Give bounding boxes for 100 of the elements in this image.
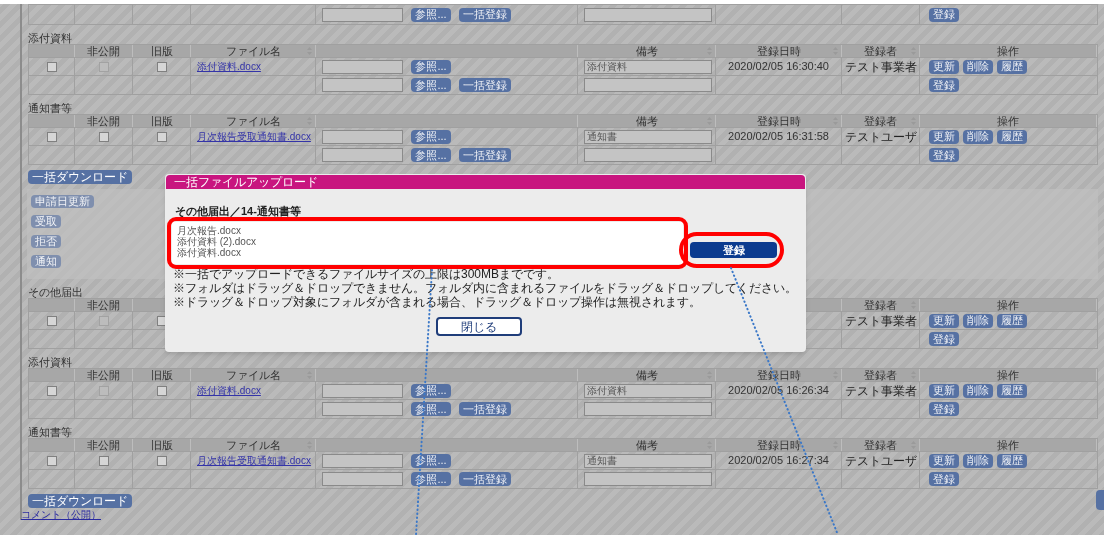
comment-link[interactable]: コメント（公開） — [21, 509, 101, 520]
history-button[interactable]: 履歴 — [997, 129, 1027, 144]
checkbox[interactable] — [156, 385, 167, 396]
delete-button[interactable]: 削除 — [963, 59, 993, 74]
text-field[interactable] — [584, 472, 712, 486]
date-text: 2020/02/05 16:27:34 — [728, 455, 829, 466]
section-title: 通知書等 — [28, 103, 72, 114]
browse-button[interactable]: 参照... — [411, 59, 451, 74]
text-field[interactable] — [322, 59, 403, 74]
section-title: 通知書等 — [28, 427, 72, 438]
column-header: 旧版 — [150, 439, 173, 451]
page-top-button[interactable] — [1096, 490, 1104, 510]
register-button[interactable]: 登録 — [690, 242, 777, 258]
date-text: 2020/02/05 16:26:34 — [728, 385, 829, 396]
file-drop-area[interactable]: 月次報告.docx 添付資料 (2).docx 添付資料.docx — [172, 222, 683, 264]
column-header: 非公開 — [87, 439, 120, 451]
section-title: 添付資料 — [28, 33, 72, 44]
register-button[interactable]: 登録 — [929, 148, 959, 162]
bulk-download-button[interactable]: 一括ダウンロード — [28, 170, 132, 184]
delete-button[interactable]: 削除 — [963, 453, 993, 468]
update-button[interactable]: 更新 — [929, 129, 959, 144]
bulk-register-button[interactable]: 一括登録 — [459, 472, 511, 486]
browse-button[interactable]: 参照... — [411, 402, 451, 416]
checkbox[interactable] — [156, 131, 167, 142]
text-field[interactable]: 通知書 — [584, 453, 712, 468]
text-field[interactable] — [322, 148, 403, 162]
text-field[interactable] — [322, 7, 403, 22]
file-link[interactable]: 添付資料.docx — [197, 385, 261, 396]
history-button[interactable]: 履歴 — [997, 313, 1027, 328]
update-button[interactable]: 更新 — [929, 313, 959, 328]
update-button[interactable]: 更新 — [929, 383, 959, 398]
text-field[interactable] — [584, 7, 712, 22]
file-link[interactable]: 月次報告受取通知書.docx — [197, 455, 311, 466]
file-name: 添付資料 (2).docx — [177, 236, 256, 247]
checkbox[interactable] — [156, 455, 167, 466]
browse-button[interactable]: 参照... — [411, 148, 451, 162]
bulk-register-button[interactable]: 一括登録 — [459, 7, 511, 22]
action-button[interactable]: 受取 — [31, 215, 61, 228]
history-button[interactable]: 履歴 — [997, 383, 1027, 398]
file-link[interactable]: 添付資料.docx — [197, 61, 261, 72]
browse-button[interactable]: 参照... — [411, 7, 451, 22]
register-button[interactable]: 登録 — [929, 402, 959, 416]
column-header: 登録者 — [864, 369, 897, 381]
browse-button[interactable]: 参照... — [411, 78, 451, 92]
checkbox[interactable] — [98, 455, 109, 466]
update-button[interactable]: 更新 — [929, 59, 959, 74]
checkbox[interactable] — [46, 131, 57, 142]
column-header: 操作 — [997, 45, 1019, 57]
column-header: 操作 — [997, 299, 1019, 311]
register-button[interactable]: 登録 — [929, 332, 959, 346]
column-header: ファイル名 — [225, 439, 281, 451]
user-name: テストユーザ — [844, 130, 917, 143]
text-field[interactable] — [322, 78, 403, 92]
close-button[interactable]: 閉じる — [436, 317, 522, 336]
checkbox[interactable] — [46, 61, 57, 72]
column-header: 旧版 — [150, 45, 173, 57]
text-field[interactable] — [322, 472, 403, 486]
checkbox[interactable] — [46, 455, 57, 466]
bulk-register-button[interactable]: 一括登録 — [459, 78, 511, 92]
text-field[interactable] — [584, 148, 712, 162]
file-name: 添付資料.docx — [177, 247, 241, 258]
action-button[interactable]: 拒否 — [31, 235, 61, 248]
register-button[interactable]: 登録 — [929, 7, 959, 22]
action-button[interactable]: 申請日更新 — [31, 195, 94, 208]
column-header: 登録日時 — [756, 439, 801, 451]
register-button[interactable]: 登録 — [929, 78, 959, 92]
text-field[interactable] — [322, 453, 403, 468]
text-field[interactable] — [322, 402, 403, 416]
text-field[interactable]: 添付資料 — [584, 383, 712, 398]
section-title: 添付資料 — [28, 357, 72, 368]
update-button[interactable]: 更新 — [929, 453, 959, 468]
file-link[interactable]: 月次報告受取通知書.docx — [197, 131, 311, 142]
action-button[interactable]: 通知 — [31, 255, 61, 268]
column-header: 登録者 — [864, 115, 897, 127]
browse-button[interactable]: 参照... — [411, 129, 451, 144]
delete-button[interactable]: 削除 — [963, 383, 993, 398]
checkbox[interactable] — [46, 315, 57, 326]
column-header: ファイル名 — [225, 115, 281, 127]
column-header: 操作 — [997, 439, 1019, 451]
history-button[interactable]: 履歴 — [997, 453, 1027, 468]
column-header: 非公開 — [87, 115, 120, 127]
text-field[interactable] — [584, 78, 712, 92]
text-field[interactable] — [584, 402, 712, 416]
delete-button[interactable]: 削除 — [963, 129, 993, 144]
bulk-register-button[interactable]: 一括登録 — [459, 402, 511, 416]
text-field[interactable] — [322, 129, 403, 144]
text-field[interactable]: 通知書 — [584, 129, 712, 144]
text-field[interactable]: 添付資料 — [584, 59, 712, 74]
register-button[interactable]: 登録 — [929, 472, 959, 486]
text-field[interactable] — [322, 383, 403, 398]
checkbox[interactable] — [46, 385, 57, 396]
delete-button[interactable]: 削除 — [963, 313, 993, 328]
browse-button[interactable]: 参照... — [411, 383, 451, 398]
user-name: テスト事業者 — [844, 384, 917, 397]
checkbox[interactable] — [156, 61, 167, 72]
history-button[interactable]: 履歴 — [997, 59, 1027, 74]
checkbox[interactable] — [98, 131, 109, 142]
bulk-register-button[interactable]: 一括登録 — [459, 148, 511, 162]
column-header: 備考 — [635, 439, 658, 451]
bulk-download-button[interactable]: 一括ダウンロード — [28, 494, 132, 508]
